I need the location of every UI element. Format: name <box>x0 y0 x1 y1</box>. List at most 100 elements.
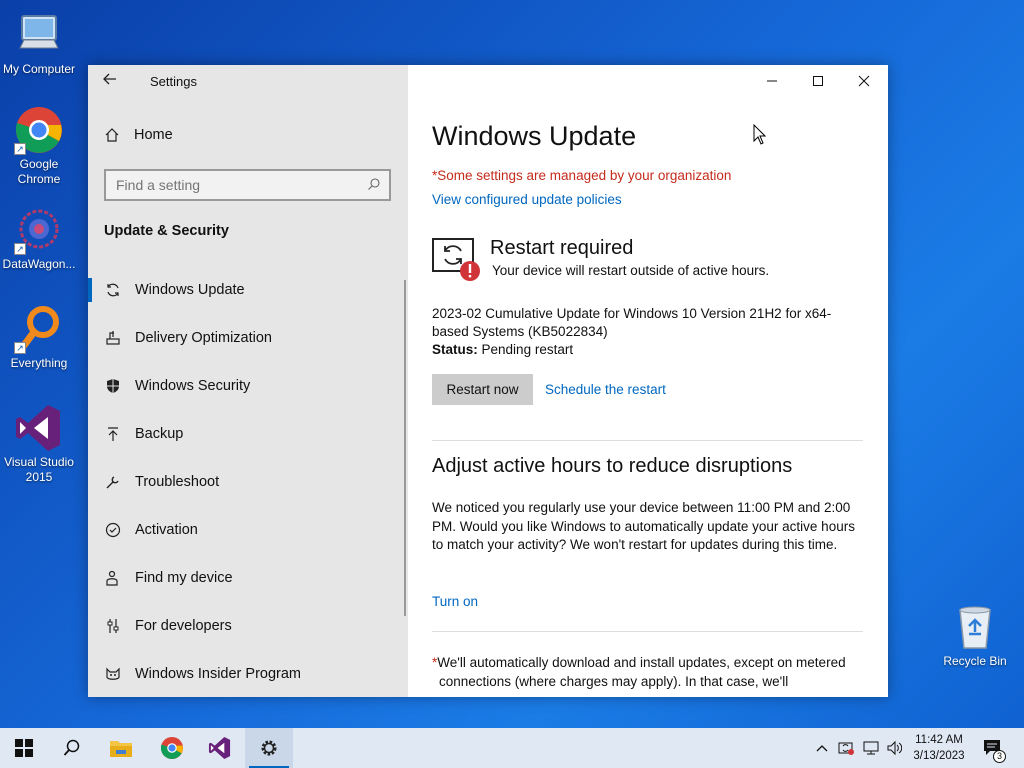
sidebar-item-for-developers[interactable]: For developers <box>88 602 408 650</box>
taskbar-file-explorer[interactable] <box>97 728 145 768</box>
desktop-icon-visual-studio[interactable]: Visual Studio 2015 <box>0 403 78 485</box>
action-center-button[interactable]: 3 <box>978 728 1008 768</box>
divider <box>432 631 863 632</box>
taskbar-clock[interactable]: 11:42 AM 3/13/2023 <box>906 732 972 764</box>
section-heading: Update & Security <box>104 223 229 239</box>
restart-now-button[interactable]: Restart now <box>432 374 533 405</box>
desktop-icon-label: Visual Studio 2015 <box>4 455 74 484</box>
shield-icon <box>104 377 122 395</box>
restart-alert-icon <box>432 235 480 288</box>
tray-network-icon[interactable] <box>861 728 881 768</box>
start-button[interactable] <box>0 728 48 768</box>
taskbar-settings[interactable] <box>245 728 293 768</box>
sidebar-item-label: For developers <box>135 618 232 634</box>
update-status: Status: Pending restart <box>432 342 573 357</box>
minimize-icon <box>767 80 777 82</box>
sidebar-item-windows-insider[interactable]: Windows Insider Program <box>88 650 408 697</box>
tray-update-icon[interactable] <box>836 728 856 768</box>
close-icon <box>858 75 870 87</box>
gear-icon <box>261 740 277 756</box>
wrench-icon <box>104 473 122 491</box>
sidebar-nav: Windows Update Delivery Optimization Win… <box>88 266 408 697</box>
sidebar-item-windows-security[interactable]: Windows Security <box>88 362 408 410</box>
desktop-icon-recycle-bin[interactable]: Recycle Bin <box>936 602 1014 669</box>
sidebar-item-label: Backup <box>135 426 184 442</box>
sidebar-item-troubleshoot[interactable]: Troubleshoot <box>88 458 408 506</box>
restart-title: Restart required <box>490 237 634 259</box>
search-input[interactable] <box>116 177 356 193</box>
taskbar-chrome[interactable] <box>148 728 196 768</box>
sidebar-item-label: Windows Security <box>135 378 251 394</box>
speaker-icon <box>887 740 902 756</box>
tray-volume-icon[interactable] <box>884 728 904 768</box>
chevron-up-icon <box>816 745 828 752</box>
desktop-icon-label: Everything <box>10 356 68 370</box>
sidebar-item-windows-update[interactable]: Windows Update <box>88 266 408 314</box>
taskbar: 11:42 AM 3/13/2023 3 <box>0 728 1024 768</box>
view-policies-link[interactable]: View configured update policies <box>432 192 622 207</box>
restart-subtitle: Your device will restart outside of acti… <box>492 263 770 278</box>
notification-count: 3 <box>993 750 1006 763</box>
sidebar-item-label: Windows Update <box>135 282 245 298</box>
visual-studio-icon <box>208 736 231 760</box>
search-icon <box>367 177 381 196</box>
sidebar-item-activation[interactable]: Activation <box>88 506 408 554</box>
home-label: Home <box>134 127 173 143</box>
desktop-icon-label: DataWagon... <box>2 257 76 271</box>
desktop-icon-everything[interactable]: ↗ Everything <box>0 304 78 371</box>
footnote-line1: We'll automatically download and install… <box>437 655 846 670</box>
refresh-icon <box>104 281 122 299</box>
restart-required-block: Restart required Your device will restar… <box>432 235 872 283</box>
desktop-icon-label: My Computer <box>2 62 76 76</box>
clock-date: 3/13/2023 <box>913 750 965 762</box>
active-hours-heading: Adjust active hours to reduce disruption… <box>432 455 793 477</box>
turn-on-link[interactable]: Turn on <box>432 594 478 609</box>
shortcut-arrow-icon: ↗ <box>14 342 26 354</box>
visual-studio-icon <box>14 403 64 453</box>
desktop-icon-label: Recycle Bin <box>943 654 1007 668</box>
desktop-icon-datawagon[interactable]: ↗ DataWagon... <box>0 205 78 272</box>
sidebar-scrollbar[interactable] <box>404 280 406 616</box>
settings-window: Settings Home Update & Security Windows … <box>88 65 888 697</box>
shortcut-arrow-icon: ↗ <box>14 143 26 155</box>
everything-icon: ↗ <box>14 304 64 354</box>
sidebar-item-delivery-optimization[interactable]: Delivery Optimization <box>88 314 408 362</box>
backup-arrow-icon <box>104 425 122 443</box>
sidebar-item-label: Delivery Optimization <box>135 330 272 346</box>
insider-cat-icon <box>104 665 122 683</box>
folder-icon <box>110 741 132 757</box>
app-title: Settings <box>150 74 197 89</box>
minimize-button[interactable] <box>749 65 795 97</box>
page-title: Windows Update <box>432 121 637 151</box>
main-content: Windows Update *Some settings are manage… <box>408 65 888 697</box>
sidebar-item-label: Activation <box>135 522 198 538</box>
clock-time: 11:42 AM <box>915 734 963 746</box>
maximize-icon <box>813 76 823 86</box>
sidebar-item-backup[interactable]: Backup <box>88 410 408 458</box>
schedule-restart-link[interactable]: Schedule the restart <box>545 382 666 397</box>
search-box[interactable] <box>104 169 391 201</box>
maximize-button[interactable] <box>795 65 841 97</box>
sliders-icon <box>104 617 122 635</box>
title-bar: Settings <box>88 65 408 99</box>
close-button[interactable] <box>841 65 887 97</box>
network-icon <box>863 741 879 755</box>
show-hidden-icons-button[interactable] <box>813 728 831 768</box>
back-arrow-icon <box>103 73 116 85</box>
sidebar-item-label: Troubleshoot <box>135 474 220 490</box>
footnote-line2: connections (where charges may apply). I… <box>439 673 789 689</box>
desktop-icon-google-chrome[interactable]: ↗ Google Chrome <box>0 105 78 187</box>
desktop-icon-label: Google Chrome <box>17 157 61 186</box>
settings-sidebar: Settings Home Update & Security Windows … <box>88 65 408 697</box>
sidebar-item-find-my-device[interactable]: Find my device <box>88 554 408 602</box>
person-pin-icon <box>104 569 122 587</box>
datawagon-icon: ↗ <box>14 205 64 255</box>
taskbar-visual-studio[interactable] <box>196 728 244 768</box>
search-button[interactable] <box>48 728 96 768</box>
windows-logo-icon <box>15 739 33 757</box>
active-hours-text: We noticed you regularly use your device… <box>432 500 855 552</box>
back-button[interactable] <box>102 71 124 93</box>
sidebar-item-home[interactable]: Home <box>104 127 173 143</box>
desktop-icon-my-computer[interactable]: My Computer <box>0 10 78 77</box>
home-icon <box>105 128 119 142</box>
